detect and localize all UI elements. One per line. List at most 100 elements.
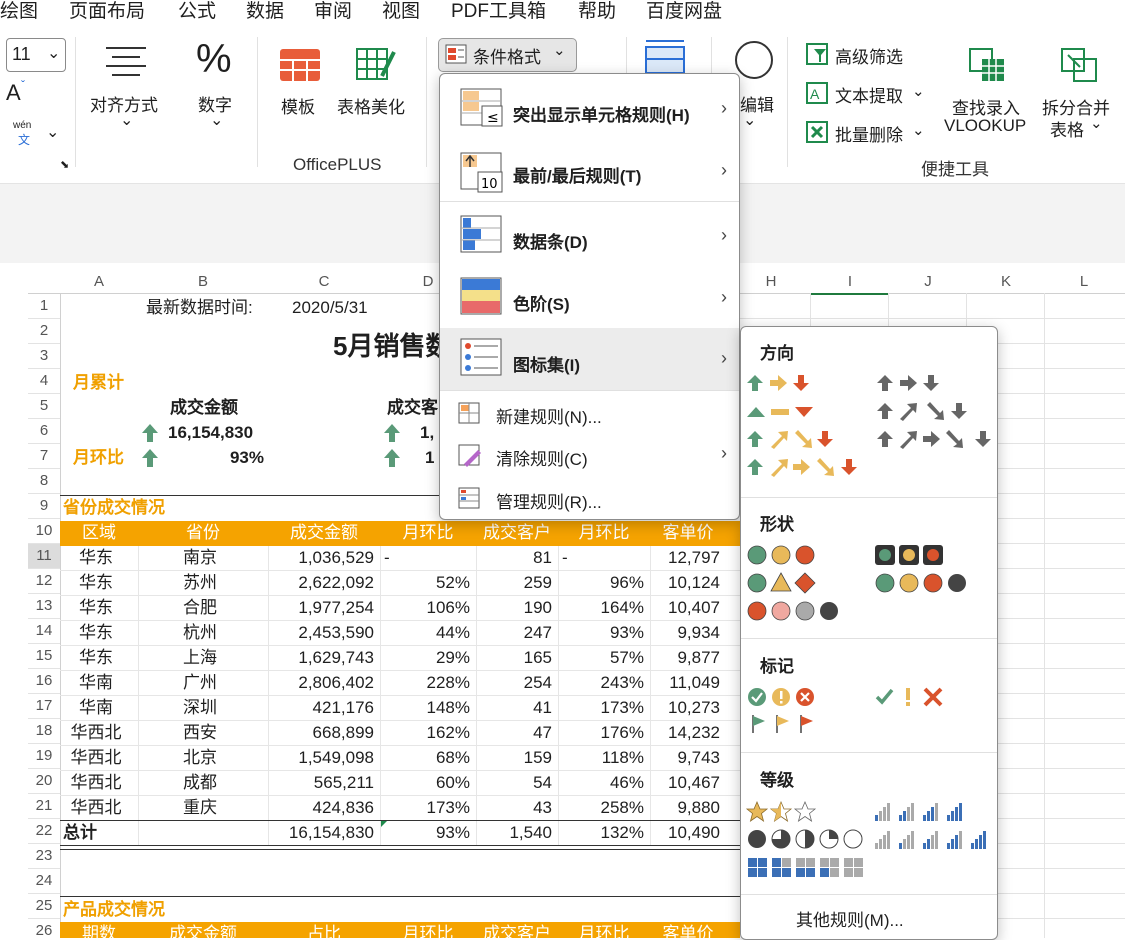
row-header[interactable]: 22 <box>28 819 60 843</box>
total-cell[interactable]: 132% <box>558 821 644 845</box>
split-merge-label-2[interactable]: 表格 <box>1050 116 1084 141</box>
tab-draw[interactable]: 绘图 <box>0 0 38 23</box>
tab-pdf-tools[interactable]: PDF工具箱 <box>451 0 546 23</box>
row-header[interactable]: 1 <box>28 294 60 318</box>
table-cell[interactable]: 9,743 <box>650 746 720 770</box>
amount-value[interactable]: 16,154,830 <box>168 421 253 445</box>
tab-baidu-disk[interactable]: 百度网盘 <box>646 0 722 23</box>
total-cell[interactable]: 1,540 <box>476 821 552 845</box>
table-cell[interactable]: 上海 <box>138 646 262 670</box>
table-cell[interactable]: 96% <box>558 571 644 595</box>
phonetic-icon[interactable]: 文 <box>18 131 30 148</box>
table-cell[interactable]: 9,934 <box>650 621 720 645</box>
row-header[interactable]: 15 <box>28 644 60 668</box>
batch-delete-button[interactable]: 批量删除 <box>835 121 903 146</box>
total-cell[interactable]: 93% <box>380 821 470 845</box>
text-extract-button[interactable]: 文本提取 <box>835 82 903 107</box>
col-header-k[interactable]: K <box>967 271 1045 293</box>
col-header-h[interactable]: H <box>733 271 809 293</box>
table-cell[interactable]: 9,877 <box>650 646 720 670</box>
table-cell[interactable]: 华东 <box>60 646 132 670</box>
vlookup-label-2[interactable]: VLOOKUP <box>944 116 1026 136</box>
table-style-icon[interactable] <box>644 39 686 75</box>
table-cell[interactable]: 华西北 <box>60 771 132 795</box>
table-cell[interactable]: 12,797 <box>650 546 720 570</box>
table-cell[interactable]: 华东 <box>60 571 132 595</box>
table-cell[interactable]: 10,273 <box>650 696 720 720</box>
product-header-cell[interactable]: 月环比 <box>558 922 650 938</box>
table-header-cell[interactable]: 省份 <box>138 521 268 545</box>
row-header[interactable]: 5 <box>28 394 60 418</box>
table-cell[interactable]: 164% <box>558 596 644 620</box>
table-cell[interactable]: 北京 <box>138 746 262 770</box>
product-header-cell[interactable]: 客单价 <box>650 922 726 938</box>
table-cell[interactable]: 254 <box>476 671 552 695</box>
table-cell[interactable]: 广州 <box>138 671 262 695</box>
table-cell[interactable]: 54 <box>476 771 552 795</box>
row-header[interactable]: 7 <box>28 444 60 468</box>
table-cell[interactable]: 1,549,098 <box>268 746 374 770</box>
table-cell[interactable]: - <box>384 546 474 570</box>
table-cell[interactable]: 93% <box>558 621 644 645</box>
col-header-j[interactable]: J <box>889 271 967 293</box>
table-cell[interactable]: 2,622,092 <box>268 571 374 595</box>
search-icon[interactable] <box>735 41 773 79</box>
row-header[interactable]: 6 <box>28 419 60 443</box>
menu-top-bottom-rules[interactable]: 10 最前/最后规则(T) › <box>440 140 739 202</box>
table-beautify-label[interactable]: 表格美化 <box>337 93 405 118</box>
table-cell[interactable]: 421,176 <box>268 696 374 720</box>
row-header[interactable]: 4 <box>28 369 60 393</box>
menu-highlight-rules[interactable]: ≤ 突出显示单元格规则(H) › <box>440 78 739 140</box>
total-cell[interactable]: 16,154,830 <box>268 821 374 845</box>
template-icon[interactable] <box>279 48 321 82</box>
table-header-cell[interactable]: 成交金额 <box>268 521 380 545</box>
table-cell[interactable]: 西安 <box>138 721 262 745</box>
product-header-cell[interactable]: 期数 <box>60 922 138 938</box>
table-cell[interactable]: 南京 <box>138 546 262 570</box>
template-label[interactable]: 模板 <box>281 93 315 118</box>
table-cell[interactable]: 243% <box>558 671 644 695</box>
row-header[interactable]: 8 <box>28 469 60 493</box>
table-cell[interactable]: 68% <box>380 746 470 770</box>
table-header-cell[interactable]: 成交客户 <box>476 521 558 545</box>
table-cell[interactable]: 1,036,529 <box>268 546 374 570</box>
menu-new-rule[interactable]: 新建规则(N)... <box>440 396 739 434</box>
table-cell[interactable]: 华西北 <box>60 796 132 820</box>
menu-manage-rules[interactable]: 管理规则(R)... <box>440 481 739 519</box>
row-header[interactable]: 25 <box>28 894 60 918</box>
tab-formulas[interactable]: 公式 <box>178 0 216 23</box>
table-header-cell[interactable]: 月环比 <box>558 521 650 545</box>
total-cell[interactable] <box>138 821 262 845</box>
table-cell[interactable]: 44% <box>380 621 470 645</box>
table-cell[interactable]: 259 <box>476 571 552 595</box>
percent-icon[interactable]: % <box>196 37 232 82</box>
table-cell[interactable]: 华东 <box>60 546 132 570</box>
dialog-launcher-icon[interactable]: ⬊ <box>60 158 69 171</box>
table-cell[interactable]: 11,049 <box>650 671 720 695</box>
more-rules-link[interactable]: 其他规则(M)... <box>796 906 904 931</box>
table-cell[interactable]: 668,899 <box>268 721 374 745</box>
table-cell[interactable]: 162% <box>380 721 470 745</box>
table-cell[interactable]: 重庆 <box>138 796 262 820</box>
tab-page-layout[interactable]: 页面布局 <box>69 0 145 23</box>
table-cell[interactable]: 247 <box>476 621 552 645</box>
table-cell[interactable]: 10,407 <box>650 596 720 620</box>
row-header[interactable]: 16 <box>28 669 60 693</box>
table-cell[interactable]: 165 <box>476 646 552 670</box>
menu-icon-sets[interactable]: 图标集(I) › <box>440 328 739 390</box>
row-header[interactable]: 2 <box>28 319 60 343</box>
table-cell[interactable]: 190 <box>476 596 552 620</box>
menu-data-bars[interactable]: 数据条(D) › <box>440 205 739 267</box>
table-cell[interactable]: 华南 <box>60 671 132 695</box>
table-cell[interactable]: 2,453,590 <box>268 621 374 645</box>
table-cell[interactable]: 华东 <box>60 596 132 620</box>
table-cell[interactable]: 苏州 <box>138 571 262 595</box>
table-cell[interactable]: 成都 <box>138 771 262 795</box>
cust-ratio[interactable]: 1 <box>425 446 434 470</box>
table-cell[interactable]: 173% <box>380 796 470 820</box>
table-cell[interactable]: 52% <box>380 571 470 595</box>
product-header-cell[interactable]: 成交客户 <box>476 922 558 938</box>
table-cell[interactable]: 10,124 <box>650 571 720 595</box>
table-cell[interactable]: 43 <box>476 796 552 820</box>
table-cell[interactable]: 华南 <box>60 696 132 720</box>
